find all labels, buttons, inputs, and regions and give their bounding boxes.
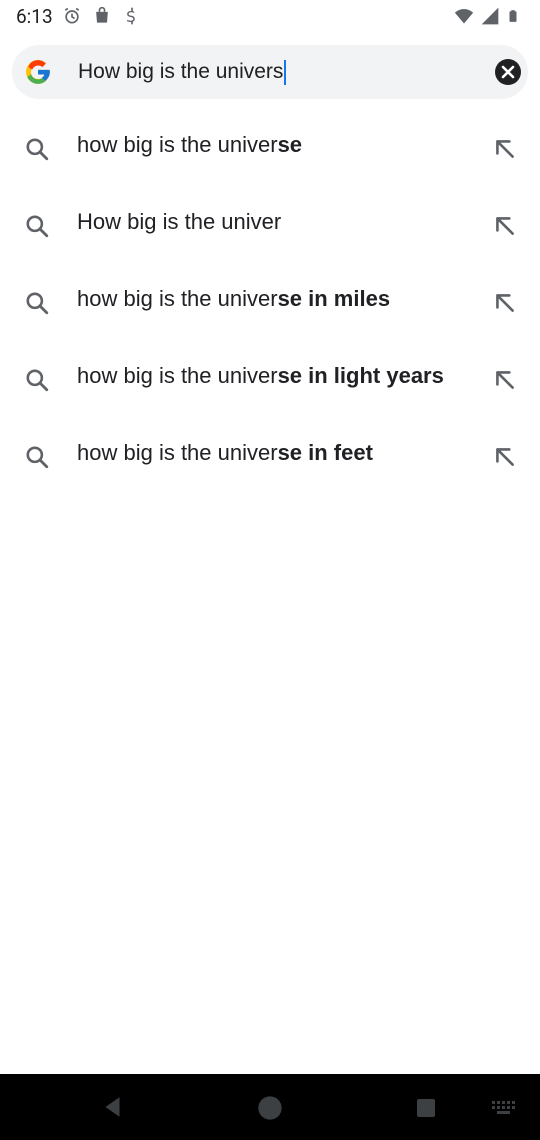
suggestion-item[interactable]: how big is the universe (0, 110, 540, 187)
suggestion-text: how big is the universe (77, 132, 303, 157)
suggestion-item[interactable]: how big is the universe in feet (0, 418, 540, 495)
fill-query-arrow-icon[interactable] (492, 367, 518, 393)
status-icons-left: S (62, 6, 142, 26)
sync-icon: S (126, 7, 136, 26)
wifi-icon (454, 9, 474, 24)
suggestion-item[interactable]: how big is the universe in miles (0, 264, 540, 341)
navigation-bar (0, 1074, 540, 1140)
battery-icon (509, 10, 517, 22)
search-icon (26, 369, 49, 392)
search-input[interactable]: How big is the univers (78, 53, 468, 91)
search-icon (26, 446, 49, 469)
suggestion-text: how big is the universe in light years (77, 363, 444, 388)
fill-query-arrow-icon[interactable] (492, 213, 518, 239)
suggestion-list: how big is the universe How big is the u… (0, 110, 540, 495)
home-icon[interactable] (256, 1094, 284, 1122)
keyboard-icon[interactable] (490, 1098, 518, 1118)
search-query-text: How big is the univers (78, 60, 284, 83)
fill-query-arrow-icon[interactable] (492, 444, 518, 470)
search-bar[interactable]: How big is the univers (12, 45, 528, 99)
store-icon (96, 6, 108, 23)
suggestion-item[interactable]: how big is the universe in light years (0, 341, 540, 418)
suggestion-text: How big is the univer (77, 209, 282, 234)
suggestion-text: how big is the universe in miles (77, 286, 391, 311)
fill-query-arrow-icon[interactable] (492, 136, 518, 162)
fill-query-arrow-icon[interactable] (492, 290, 518, 316)
status-icons-right (454, 6, 520, 26)
svg-text:S: S (126, 8, 136, 26)
search-icon (26, 215, 49, 238)
text-caret (284, 59, 287, 85)
status-bar: 6:13 S (0, 0, 540, 34)
search-icon (26, 138, 49, 161)
close-icon[interactable] (492, 56, 524, 88)
alarm-icon (64, 7, 80, 24)
status-time: 6:13 (16, 5, 53, 28)
recents-icon[interactable] (414, 1096, 438, 1120)
suggestion-item[interactable]: How big is the univer (0, 187, 540, 264)
search-icon (26, 292, 49, 315)
suggestion-text: how big is the universe in feet (77, 440, 373, 465)
back-icon[interactable] (100, 1094, 126, 1120)
signal-icon (481, 7, 499, 25)
google-logo-icon (26, 60, 50, 84)
